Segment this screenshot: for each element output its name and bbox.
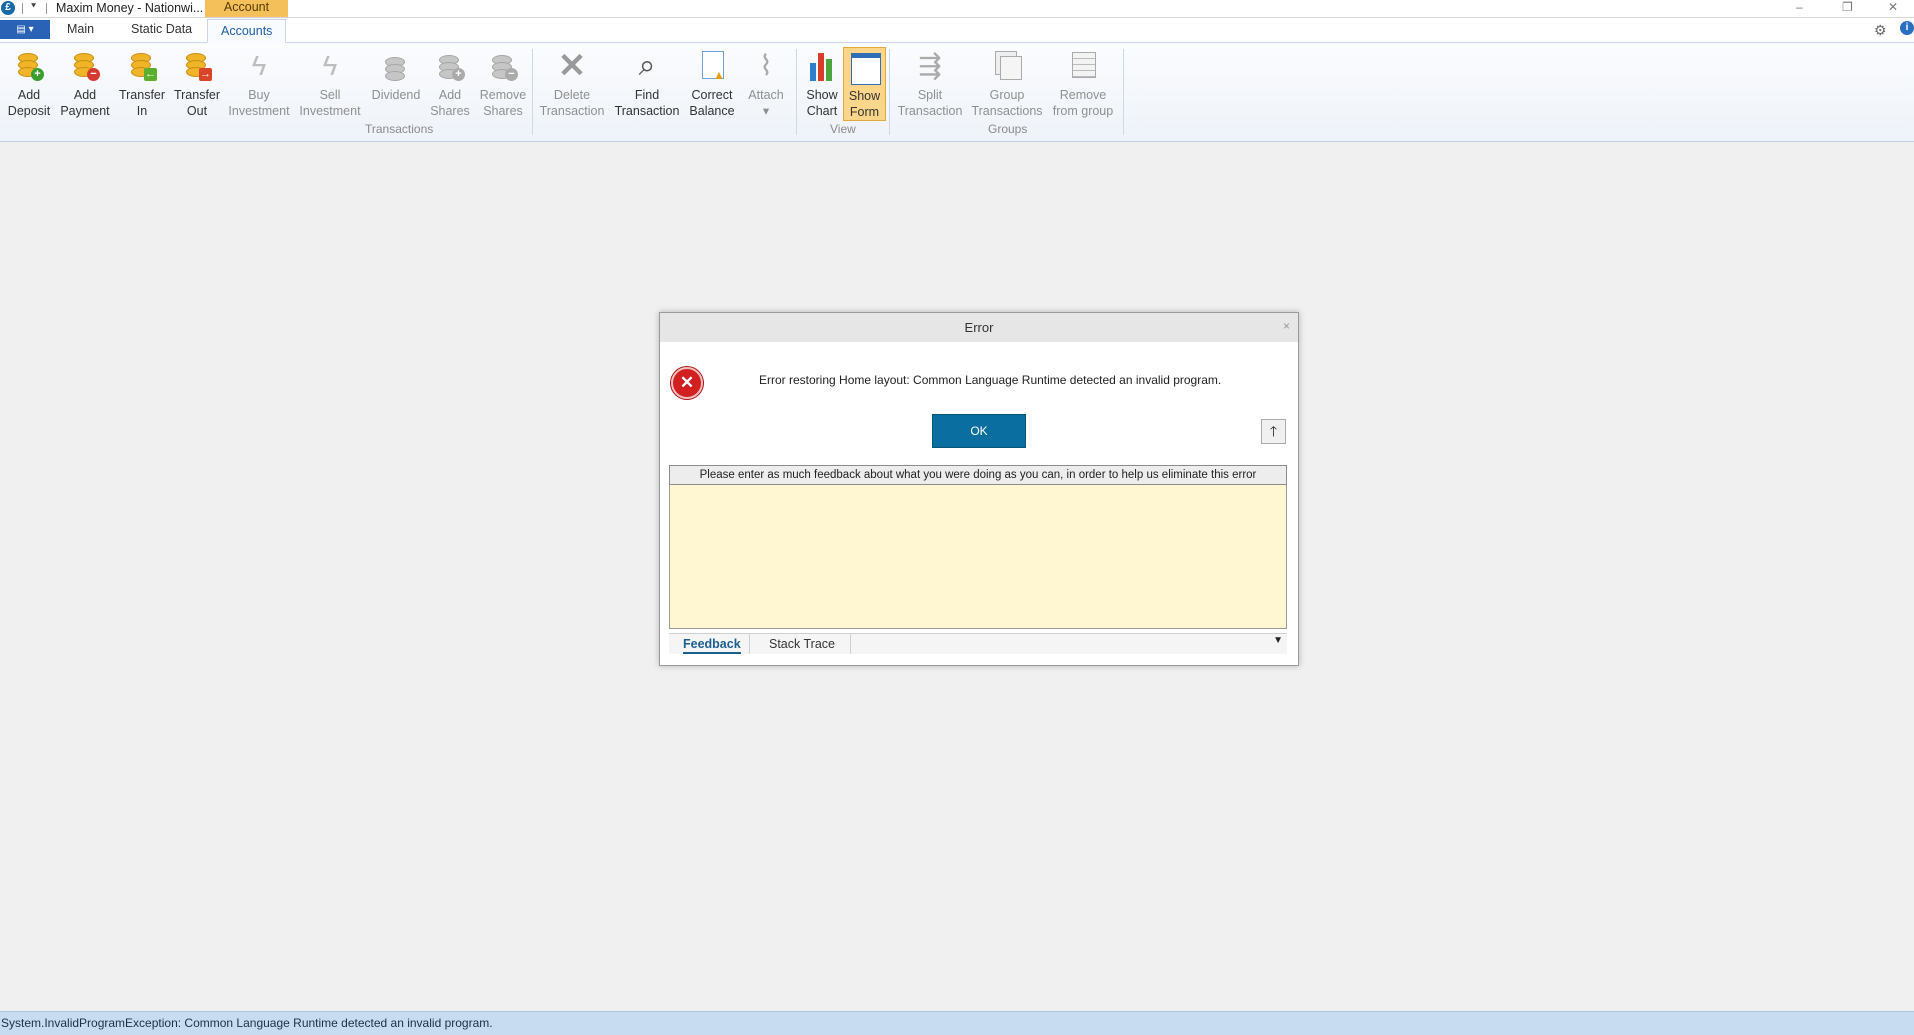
context-tab-account[interactable]: Account: [205, 0, 288, 17]
feedback-prompt: Please enter as much feedback about what…: [669, 465, 1287, 485]
buy-investment-button[interactable]: ϟ Buy Investment: [228, 45, 290, 123]
feedback-tab-strip: Feedback Stack Trace ▼: [669, 633, 1287, 654]
form-window-icon: [848, 50, 882, 85]
restore-button[interactable]: ❐: [1842, 0, 1853, 14]
status-bar: System.InvalidProgramException: Common L…: [0, 1011, 1914, 1035]
shares-remove-icon: −: [486, 49, 520, 83]
close-button[interactable]: ✕: [1888, 0, 1898, 14]
find-transaction-label: Find Transaction: [614, 88, 680, 118]
show-form-label: Show Form: [848, 89, 881, 119]
tab-stack-trace[interactable]: Stack Trace: [769, 636, 835, 652]
split-arrows-icon: ⇶: [918, 50, 942, 81]
split-transaction-label: Split Transaction: [897, 88, 963, 118]
find-transaction-button[interactable]: ⌕ Find Transaction: [612, 45, 682, 123]
error-dialog: Error × ✕ Error restoring Home layout: C…: [659, 312, 1299, 666]
info-icon[interactable]: i: [1900, 21, 1914, 35]
attach-button[interactable]: ⌇ Attach ▾: [744, 45, 788, 123]
collapse-arrow-up-icon[interactable]: 🡑: [1261, 419, 1286, 444]
add-deposit-button[interactable]: + Add Deposit: [4, 45, 54, 123]
add-shares-label: Add Shares: [430, 88, 470, 118]
add-payment-label: Add Payment: [60, 88, 110, 118]
tab-feedback[interactable]: Feedback: [683, 636, 741, 654]
group-label-transactions: Transactions: [365, 122, 434, 136]
dividend-label: Dividend: [371, 88, 421, 102]
qat-separator: [46, 3, 47, 14]
group-separator: [532, 49, 533, 135]
remove-shares-button[interactable]: − Remove Shares: [477, 45, 529, 123]
delete-x-icon: ✕: [557, 47, 587, 85]
tab-dropdown-icon[interactable]: ▼: [1273, 635, 1283, 646]
application-menu-button[interactable]: ▤ ▾: [0, 20, 50, 39]
show-chart-label: Show Chart: [806, 88, 838, 118]
attach-label: Attach ▾: [748, 88, 784, 118]
group-separator: [796, 49, 797, 135]
sell-investment-button[interactable]: ϟ Sell Investment: [299, 45, 361, 123]
lightning-remove-icon: ϟ: [322, 50, 338, 81]
window-title: Maxim Money - Nationwi...: [56, 1, 204, 15]
group-separator: [1123, 49, 1124, 135]
show-chart-button[interactable]: Show Chart: [802, 45, 842, 123]
menu-grid-icon: ▤ ▾: [16, 24, 34, 35]
tab-static-data[interactable]: Static Data: [131, 22, 192, 36]
document-warning-icon: ▲: [695, 49, 729, 83]
tab-main[interactable]: Main: [67, 22, 94, 36]
bar-chart-icon: [805, 49, 839, 83]
dividend-button[interactable]: Dividend: [370, 45, 422, 123]
tab-separator: [850, 634, 851, 654]
status-text: System.InvalidProgramException: Common L…: [1, 1016, 493, 1030]
shares-add-icon: +: [433, 49, 467, 83]
group-label-view: View: [830, 122, 856, 136]
add-shares-button[interactable]: + Add Shares: [426, 45, 474, 123]
remove-shares-label: Remove Shares: [479, 88, 527, 118]
buy-investment-label: Buy Investment: [228, 88, 290, 118]
app-icon[interactable]: £: [1, 1, 15, 15]
show-form-button[interactable]: Show Form: [843, 47, 886, 121]
delete-transaction-label: Delete Transaction: [539, 88, 605, 118]
transfer-out-label: Transfer Out: [173, 88, 221, 118]
coins-dividend-icon: [379, 49, 413, 83]
grid-remove-icon: [1066, 49, 1100, 83]
split-transaction-button[interactable]: ⇶ Split Transaction: [896, 45, 964, 123]
transfer-out-button[interactable]: → Transfer Out: [171, 45, 223, 123]
dialog-title: Error: [660, 313, 1298, 342]
transfer-in-button[interactable]: ← Transfer In: [116, 45, 168, 123]
remove-from-group-label: Remove from group: [1052, 88, 1114, 118]
sell-investment-label: Sell Investment: [299, 88, 361, 118]
grouped-pages-icon: [990, 49, 1024, 83]
correct-balance-button[interactable]: ▲ Correct Balance: [688, 45, 736, 123]
title-bar: £ ⯆ Maxim Money - Nationwi... Account – …: [0, 0, 1914, 18]
ribbon: + Add Deposit − Add Payment ← Transfer I…: [0, 43, 1914, 142]
lightning-add-icon: ϟ: [251, 50, 267, 81]
remove-from-group-button[interactable]: Remove from group: [1050, 45, 1116, 123]
feedback-textarea[interactable]: [669, 485, 1287, 629]
delete-transaction-button[interactable]: ✕ Delete Transaction: [537, 45, 607, 123]
group-label-groups: Groups: [988, 122, 1028, 136]
binoculars-icon: ⌕: [638, 49, 656, 82]
error-icon: ✕: [671, 367, 703, 399]
coins-transfer-in-icon: ←: [125, 49, 159, 83]
qat-separator: [22, 3, 23, 14]
group-transactions-label: Group Transactions: [971, 88, 1043, 118]
qat-customize-icon[interactable]: ⯆: [30, 1, 37, 12]
transfer-in-label: Transfer In: [118, 88, 166, 118]
tab-accounts[interactable]: Accounts: [207, 19, 287, 43]
coins-remove-icon: −: [68, 49, 102, 83]
correct-balance-label: Correct Balance: [689, 88, 735, 118]
coins-transfer-out-icon: →: [180, 49, 214, 83]
error-message: Error restoring Home layout: Common Lang…: [759, 373, 1222, 387]
minimize-button[interactable]: –: [1796, 0, 1803, 14]
add-payment-button[interactable]: − Add Payment: [58, 45, 112, 123]
dialog-close-icon[interactable]: ×: [1283, 313, 1290, 340]
add-deposit-label: Add Deposit: [7, 88, 51, 118]
gear-icon[interactable]: ⚙: [1874, 22, 1887, 39]
ribbon-tab-row: ▤ ▾ Main Static Data Accounts ⚙ i: [0, 18, 1914, 43]
coins-add-icon: +: [12, 49, 46, 83]
paperclip-icon: ⌇: [759, 50, 773, 81]
ok-button[interactable]: OK: [932, 414, 1026, 448]
tab-separator: [749, 634, 750, 654]
group-separator: [889, 49, 890, 135]
group-transactions-button[interactable]: Group Transactions: [971, 45, 1043, 123]
